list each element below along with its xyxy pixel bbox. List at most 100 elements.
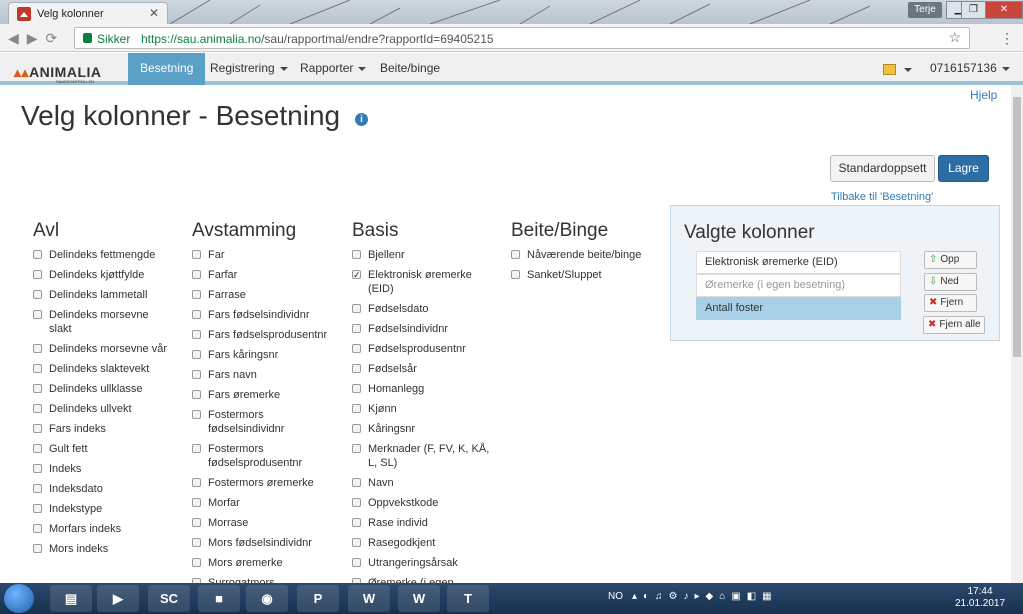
column-option[interactable]: Delindeks ullvekt xyxy=(33,402,173,416)
column-option[interactable]: Indeks xyxy=(33,462,173,476)
column-option[interactable]: Indekstype xyxy=(33,502,173,516)
checkbox[interactable] xyxy=(352,558,361,567)
column-option[interactable]: Delindeks ullklasse xyxy=(33,382,173,396)
column-option[interactable]: Rasegodkjent xyxy=(352,536,492,550)
column-option[interactable]: Bjellenr xyxy=(352,248,492,262)
selected-item[interactable]: Øremerke (i egen besetning) xyxy=(696,274,901,297)
messages-icon[interactable] xyxy=(883,64,896,75)
checkbox[interactable] xyxy=(33,444,42,453)
column-option[interactable]: Fostermors øremerke xyxy=(192,476,332,490)
explorer-icon[interactable]: ▤ xyxy=(50,585,92,612)
column-option[interactable]: Fødselsindividnr xyxy=(352,322,492,336)
column-option[interactable]: Fars fødselsindividnr xyxy=(192,308,332,322)
column-option[interactable]: Utrangeringsårsak xyxy=(352,556,492,570)
browser-tab[interactable]: Velg kolonner ✕ xyxy=(8,2,168,24)
column-option[interactable]: Delindeks morsevne slakt xyxy=(33,308,173,336)
checkbox[interactable] xyxy=(352,304,361,313)
teamviewer-icon[interactable]: T xyxy=(447,585,489,612)
nav-rapporter[interactable]: Rapporter xyxy=(288,53,378,85)
checkbox[interactable] xyxy=(192,350,201,359)
info-icon[interactable]: i xyxy=(355,113,368,126)
column-option[interactable]: Indeksdato xyxy=(33,482,173,496)
nav-buttons[interactable]: ◀▶⟳ xyxy=(8,30,65,47)
column-option[interactable]: Navn xyxy=(352,476,492,490)
checkbox[interactable] xyxy=(352,268,361,282)
selected-item-active[interactable]: Antall foster xyxy=(696,297,901,320)
column-option[interactable]: Sanket/Sluppet xyxy=(511,268,661,282)
checkbox[interactable] xyxy=(511,250,520,259)
restore-icon[interactable]: ❐ xyxy=(961,1,986,19)
column-option[interactable]: Far xyxy=(192,248,332,262)
remove-button[interactable]: ✖ Fjern xyxy=(924,294,977,312)
checkbox[interactable] xyxy=(192,390,201,399)
column-option[interactable]: Rase individ xyxy=(352,516,492,530)
checkbox[interactable] xyxy=(352,404,361,413)
column-option[interactable]: Fars indeks xyxy=(33,422,173,436)
checkbox[interactable] xyxy=(352,364,361,373)
checkbox[interactable] xyxy=(352,478,361,487)
word-doc-icon[interactable]: W xyxy=(398,585,440,612)
checkbox[interactable] xyxy=(33,524,42,533)
move-up-button[interactable]: ⇧ Opp xyxy=(924,251,977,269)
checkbox[interactable] xyxy=(352,444,361,453)
clock[interactable]: 17:44 21.01.2017 xyxy=(955,586,1005,610)
checkbox[interactable] xyxy=(192,558,201,567)
checkbox[interactable] xyxy=(352,424,361,433)
checkbox[interactable] xyxy=(192,410,201,419)
media-player-icon[interactable]: ▶ xyxy=(97,585,139,612)
checkbox[interactable] xyxy=(192,290,201,299)
animalia-logo[interactable]: ▴▴ANIMALIA SAUEKONTROLLEN xyxy=(14,64,102,84)
checkbox[interactable] xyxy=(352,518,361,527)
checkbox[interactable] xyxy=(33,544,42,553)
back-link[interactable]: Tilbake til 'Besetning' xyxy=(831,191,933,203)
nav-beite-binge[interactable]: Beite/binge xyxy=(368,53,452,85)
column-option[interactable]: Gult fett xyxy=(33,442,173,456)
column-option[interactable]: Fødselsår xyxy=(352,362,492,376)
checkbox[interactable] xyxy=(33,364,42,373)
column-option[interactable]: Fostermors fødselsindividnr xyxy=(192,408,332,436)
checkbox[interactable] xyxy=(192,498,201,507)
checkbox[interactable] xyxy=(352,538,361,547)
selected-item[interactable]: Elektronisk øremerke (EID) xyxy=(696,251,901,274)
scrollbar-thumb[interactable] xyxy=(1013,97,1021,357)
column-option[interactable]: Morfars indeks xyxy=(33,522,173,536)
checkbox[interactable] xyxy=(352,384,361,393)
checkbox[interactable] xyxy=(33,290,42,299)
column-option[interactable]: Nåværende beite/binge xyxy=(511,248,661,262)
column-option[interactable]: Mors øremerke xyxy=(192,556,332,570)
checkbox[interactable] xyxy=(33,384,42,393)
column-option[interactable]: Morrase xyxy=(192,516,332,530)
column-option[interactable]: Morfar xyxy=(192,496,332,510)
checkbox[interactable] xyxy=(192,444,201,453)
checkbox[interactable] xyxy=(192,538,201,547)
minecraft-icon[interactable]: ■ xyxy=(198,585,240,612)
url-text[interactable]: https://sau.animalia.no/sau/rapportmal/e… xyxy=(141,32,494,46)
checkbox[interactable] xyxy=(33,250,42,259)
checkbox[interactable] xyxy=(33,404,42,413)
bookmark-star-icon[interactable]: ☆ xyxy=(948,29,961,46)
profile-button[interactable]: Terje xyxy=(908,2,942,18)
column-option[interactable]: Delindeks fettmengde xyxy=(33,248,173,262)
checkbox[interactable] xyxy=(33,270,42,279)
help-link[interactable]: Hjelp xyxy=(970,88,997,102)
save-button[interactable]: Lagre xyxy=(938,155,989,182)
tray-icons[interactable]: ▴◐♫⚙♪▸◆⌂▣◧▦ xyxy=(632,591,778,602)
checkbox[interactable] xyxy=(511,270,520,279)
checkbox[interactable] xyxy=(33,424,42,433)
column-option[interactable]: Fødselsdato xyxy=(352,302,492,316)
powerpoint-icon[interactable]: P xyxy=(297,585,339,612)
column-option[interactable]: Mors fødselsindividnr xyxy=(192,536,332,550)
checkbox[interactable] xyxy=(352,250,361,259)
word-icon[interactable]: W xyxy=(348,585,390,612)
column-option[interactable]: Delindeks morsevne vår xyxy=(33,342,173,356)
column-option[interactable]: Delindeks lammetall xyxy=(33,288,173,302)
column-option[interactable]: Fars navn xyxy=(192,368,332,382)
checkbox[interactable] xyxy=(33,504,42,513)
checkbox[interactable] xyxy=(352,344,361,353)
column-option[interactable]: Kjønn xyxy=(352,402,492,416)
column-option[interactable]: Merknader (F, FV, K, KÅ, L, SL) xyxy=(352,442,492,470)
chevron-down-icon[interactable] xyxy=(904,68,912,72)
column-option[interactable]: Delindeks slaktevekt xyxy=(33,362,173,376)
checkbox[interactable] xyxy=(33,344,42,353)
checkbox[interactable] xyxy=(192,370,201,379)
